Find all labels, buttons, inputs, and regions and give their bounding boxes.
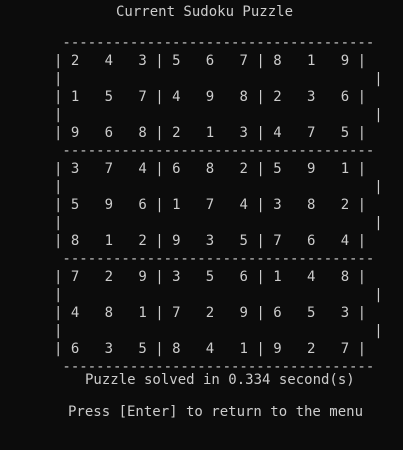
sudoku-grid: ------------------------------------- | 2… xyxy=(54,34,383,376)
grid-cell-r6-c7: 7 xyxy=(273,233,282,249)
page-title: Current Sudoku Puzzle xyxy=(116,4,294,20)
grid-cell-r1-c6: 7 xyxy=(239,53,248,69)
grid-cell-r5-c7: 3 xyxy=(273,197,282,213)
grid-cell-r6-c3: 2 xyxy=(138,233,147,249)
grid-cell-r6-c4: 9 xyxy=(172,233,181,249)
grid-cell-r9-c6: 1 xyxy=(239,341,248,357)
grid-cell-r8-c2: 8 xyxy=(104,305,114,321)
grid-cell-r2-c9: 6 xyxy=(340,89,350,105)
grid-cell-r6-c9: 4 xyxy=(340,233,350,249)
grid-cell-r9-c4: 8 xyxy=(172,341,181,357)
grid-row-6: | 8 1 2 | 9 3 5 | 7 6 4 | xyxy=(54,233,367,249)
grid-cell-r6-c2: 1 xyxy=(104,233,114,249)
grid-cell-r2-c2: 5 xyxy=(104,89,114,105)
grid-spacer-row: | | xyxy=(54,215,383,231)
grid-cell-r2-c3: 7 xyxy=(138,89,147,105)
grid-cell-r8-c5: 2 xyxy=(205,305,215,321)
grid-cell-r2-c6: 8 xyxy=(239,89,248,105)
grid-cell-r7-c4: 3 xyxy=(172,269,181,285)
grid-spacer-row: | | xyxy=(54,71,383,87)
grid-cell-r7-c3: 9 xyxy=(138,269,147,285)
grid-cell-r4-c9: 1 xyxy=(340,161,350,177)
grid-spacer-row: | | xyxy=(54,107,383,123)
grid-cell-r1-c2: 4 xyxy=(104,53,114,69)
grid-cell-r8-c4: 7 xyxy=(172,305,181,321)
grid-cell-r1-c7: 8 xyxy=(273,53,282,69)
grid-row-1: | 2 4 3 | 5 6 7 | 8 1 9 | xyxy=(54,53,367,69)
grid-row-7: | 7 2 9 | 3 5 6 | 1 4 8 | xyxy=(54,269,367,285)
grid-cell-r4-c7: 5 xyxy=(273,161,282,177)
grid-cell-r7-c6: 6 xyxy=(239,269,248,285)
grid-row-5: | 5 9 6 | 1 7 4 | 3 8 2 | xyxy=(54,197,367,213)
grid-cell-r6-c6: 5 xyxy=(239,233,248,249)
grid-row-2: | 1 5 7 | 4 9 8 | 2 3 6 | xyxy=(54,89,367,105)
grid-cell-r8-c6: 9 xyxy=(239,305,248,321)
grid-cell-r1-c4: 5 xyxy=(172,53,181,69)
grid-cell-r7-c9: 8 xyxy=(340,269,350,285)
grid-cell-r3-c3: 8 xyxy=(138,125,147,141)
grid-cell-r7-c2: 2 xyxy=(104,269,114,285)
grid-cell-r2-c4: 4 xyxy=(172,89,181,105)
grid-spacer-row: | | xyxy=(54,179,383,195)
grid-cell-r9-c9: 7 xyxy=(340,341,350,357)
grid-cell-r3-c7: 4 xyxy=(273,125,282,141)
grid-cell-r9-c7: 9 xyxy=(273,341,282,357)
grid-cell-r3-c9: 5 xyxy=(340,125,350,141)
grid-row-9: | 6 3 5 | 8 4 1 | 9 2 7 | xyxy=(54,341,367,357)
grid-box-separator: ------------------------------------- xyxy=(54,251,375,267)
grid-cell-r5-c9: 2 xyxy=(340,197,350,213)
grid-cell-r5-c5: 7 xyxy=(205,197,215,213)
grid-cell-r4-c2: 7 xyxy=(104,161,114,177)
grid-row-3: | 9 6 8 | 2 1 3 | 4 7 5 | xyxy=(54,125,367,141)
grid-cell-r8-c3: 1 xyxy=(138,305,147,321)
grid-cell-r5-c3: 6 xyxy=(138,197,147,213)
grid-cell-r8-c9: 3 xyxy=(340,305,350,321)
grid-box-separator: ------------------------------------- xyxy=(54,143,375,159)
grid-cell-r3-c4: 2 xyxy=(172,125,181,141)
grid-cell-r3-c5: 1 xyxy=(205,125,215,141)
grid-cell-r9-c3: 5 xyxy=(138,341,147,357)
grid-cell-r5-c4: 1 xyxy=(172,197,181,213)
grid-cell-r7-c5: 5 xyxy=(205,269,215,285)
grid-border-top: ------------------------------------- xyxy=(54,35,375,51)
grid-cell-r5-c2: 9 xyxy=(104,197,114,213)
grid-cell-r4-c4: 6 xyxy=(172,161,181,177)
grid-spacer-row: | | xyxy=(54,323,383,339)
grid-spacer-row: | | xyxy=(54,287,383,303)
grid-cell-r3-c2: 6 xyxy=(104,125,114,141)
grid-cell-r4-c5: 8 xyxy=(205,161,215,177)
grid-cell-r7-c7: 1 xyxy=(273,269,282,285)
grid-row-4: | 3 7 4 | 6 8 2 | 5 9 1 | xyxy=(54,161,367,177)
grid-cell-r1-c9: 9 xyxy=(340,53,350,69)
grid-cell-r5-c6: 4 xyxy=(239,197,248,213)
grid-cell-r9-c2: 3 xyxy=(104,341,114,357)
grid-cell-r4-c3: 4 xyxy=(138,161,147,177)
grid-cell-r3-c6: 3 xyxy=(239,125,248,141)
grid-cell-r2-c5: 9 xyxy=(205,89,215,105)
grid-row-8: | 4 8 1 | 7 2 9 | 6 5 3 | xyxy=(54,305,367,321)
grid-cell-r1-c5: 6 xyxy=(205,53,215,69)
solve-status-text: Puzzle solved in 0.334 second(s) xyxy=(85,372,355,388)
return-to-menu-prompt: Press [Enter] to return to the menu xyxy=(68,404,364,420)
grid-cell-r2-c7: 2 xyxy=(273,89,282,105)
grid-cell-r8-c7: 6 xyxy=(273,305,282,321)
grid-cell-r4-c6: 2 xyxy=(239,161,248,177)
grid-cell-r6-c5: 3 xyxy=(205,233,215,249)
grid-cell-r1-c3: 3 xyxy=(138,53,147,69)
grid-cell-r9-c5: 4 xyxy=(205,341,215,357)
